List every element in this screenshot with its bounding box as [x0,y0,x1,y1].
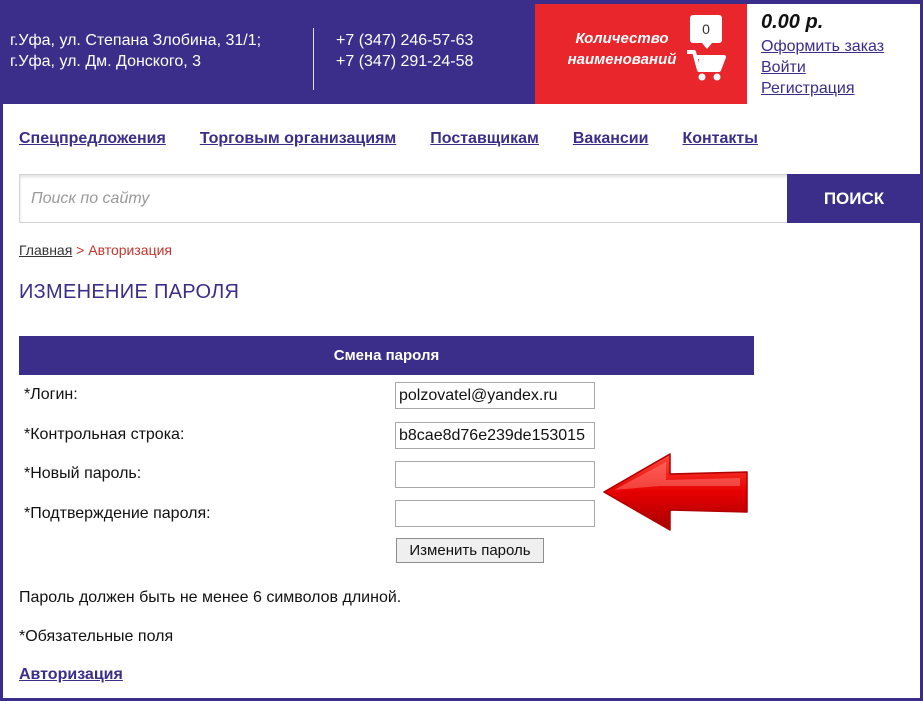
cart-button[interactable]: Количество наименований 0 [535,4,747,104]
address-line: г.Уфа, ул. Дм. Донского, 3 [10,53,202,70]
nav-item-vacancies[interactable]: Вакансии [573,130,649,148]
new-password-field[interactable] [395,461,595,488]
checkword-field[interactable] [395,422,595,449]
header-divider [313,28,314,90]
site-header: г.Уфа, ул. Степана Злобина, 31/1; г.Уфа,… [0,0,923,104]
cart-label: Количество наименований [553,28,691,70]
account-panel: 0.00 р. Оформить заказ Войти Регистрация [747,4,920,104]
change-password-button[interactable]: Изменить пароль [396,538,544,563]
pointer-arrow-icon [603,453,748,531]
search-button[interactable]: ПОИСК [787,174,921,223]
checkout-link[interactable]: Оформить заказ [761,38,884,56]
main-nav: Спецпредложения Торговым организациям По… [19,130,758,148]
form-header: Смена пароля [19,336,754,375]
breadcrumb-current: Авторизация [88,242,173,258]
confirm-password-label: *Подтверждение пароля: [24,505,211,522]
cart-label-line: Количество [575,30,669,47]
address-line: г.Уфа, ул. Степана Злобина, 31/1; [10,32,262,49]
cart-icon [687,50,726,81]
cart-total: 0.00 р. [761,11,824,33]
login-link[interactable]: Войти [761,59,806,77]
required-fields-note: *Обязательные поля [19,628,174,645]
nav-item-trade[interactable]: Торговым организациям [200,130,396,148]
nav-item-contacts[interactable]: Контакты [682,130,757,148]
breadcrumb: Главная > Авторизация [19,242,172,258]
address-block: г.Уфа, ул. Степана Злобина, 31/1; г.Уфа,… [10,30,261,72]
authorization-link[interactable]: Авторизация [19,666,123,684]
page-title: ИЗМЕНЕНИЕ ПАРОЛЯ [19,281,240,303]
cart-label-line: наименований [567,51,677,68]
confirm-password-field[interactable] [395,500,595,527]
register-link[interactable]: Регистрация [761,80,855,98]
nav-item-suppliers[interactable]: Поставщикам [430,130,539,148]
search-bar: ПОИСК [19,174,921,223]
login-field[interactable] [395,382,595,409]
phone-number: +7 (347) 246-57-63 [336,32,474,49]
phone-block: +7 (347) 246-57-63 +7 (347) 291-24-58 [336,30,473,72]
breadcrumb-separator: > [72,242,89,258]
phone-number: +7 (347) 291-24-58 [336,53,474,70]
checkword-label: *Контрольная строка: [24,426,185,443]
login-label: *Логин: [24,386,78,403]
nav-item-specials[interactable]: Спецпредложения [19,130,166,148]
breadcrumb-home-link[interactable]: Главная [19,242,72,258]
cart-count-badge: 0 [690,15,722,49]
search-input[interactable] [20,175,786,222]
password-length-note: Пароль должен быть не менее 6 символов д… [19,589,402,606]
new-password-label: *Новый пароль: [24,465,142,482]
